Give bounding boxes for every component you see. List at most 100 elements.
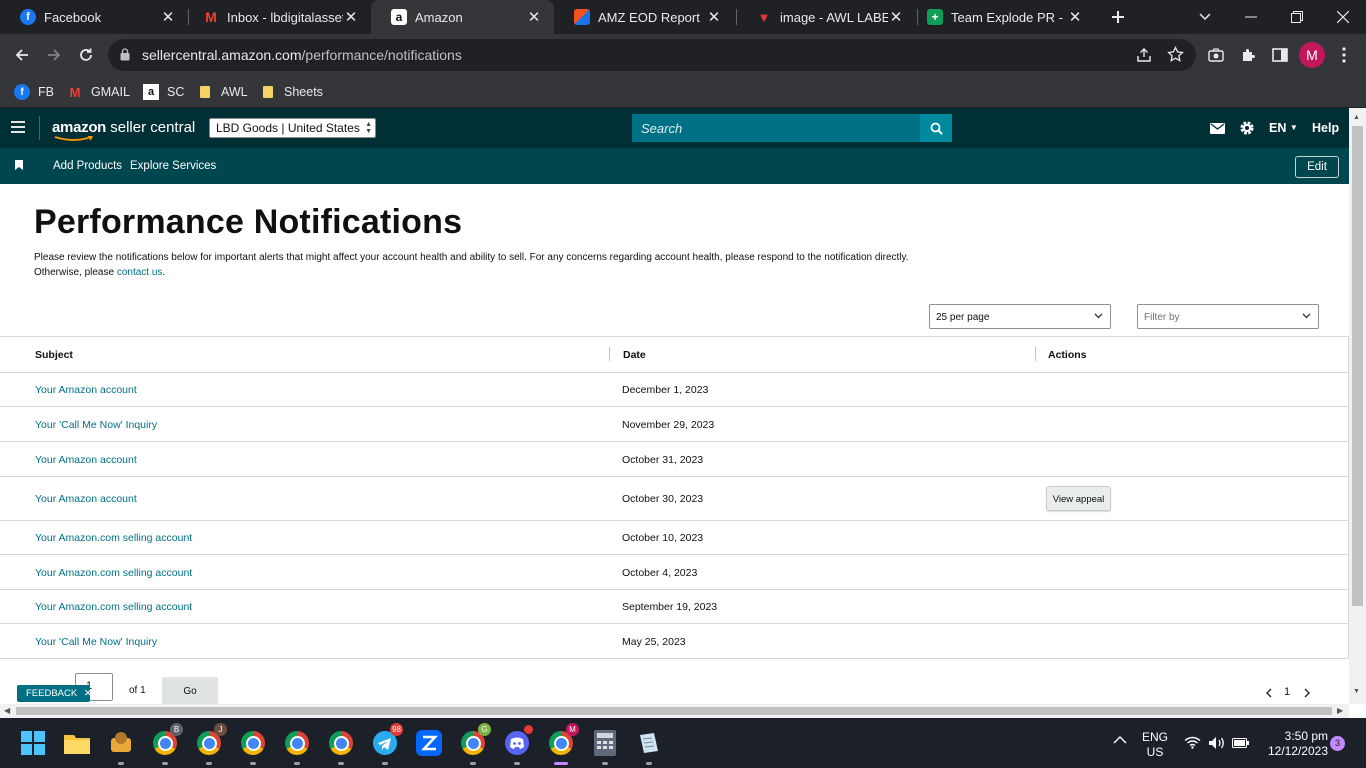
notification-subject-link[interactable]: Your Amazon account	[35, 493, 137, 505]
notification-subject-link[interactable]: Your 'Call Me Now' Inquiry	[35, 636, 157, 648]
notification-subject-link[interactable]: Your Amazon account	[35, 454, 137, 466]
address-bar[interactable]: sellercentral.amazon.com/performance/not…	[108, 39, 1196, 71]
close-tab-icon[interactable]: ✕	[1067, 9, 1083, 26]
nav-add-products[interactable]: Add Products	[53, 160, 122, 172]
gmail-icon: M	[205, 9, 217, 25]
scroll-right-icon[interactable]: ▶	[1337, 706, 1343, 715]
search-button[interactable]	[920, 114, 952, 142]
chrome-active-icon[interactable]: M	[545, 723, 579, 765]
notification-subject-link[interactable]: Your Amazon.com selling account	[35, 532, 192, 544]
tab-amazon[interactable]: a Amazon ✕	[371, 0, 554, 34]
bookmark-sc[interactable]: a SC	[143, 82, 184, 102]
chrome-profile-icon[interactable]	[281, 727, 313, 765]
chrome-profile-icon[interactable]: G	[457, 723, 491, 765]
mail-icon[interactable]	[1208, 119, 1226, 137]
chrome-profile-icon[interactable]: B	[149, 723, 183, 765]
telegram-icon[interactable]: 98	[369, 723, 403, 765]
tab-awl-label[interactable]: ▼ image - AWL LABEL ✕	[736, 0, 916, 34]
notification-date: October 31, 2023	[622, 454, 704, 466]
scroll-left-icon[interactable]: ◀	[4, 706, 10, 715]
intro-text: Please review the notifications below fo…	[34, 250, 914, 280]
close-window-icon[interactable]	[1320, 0, 1366, 34]
chrome-menu-icon[interactable]	[1331, 42, 1357, 68]
notification-subject-link[interactable]: Your 'Call Me Now' Inquiry	[35, 419, 157, 431]
volume-icon[interactable]	[1208, 736, 1226, 750]
back-icon[interactable]	[9, 42, 35, 68]
chevron-up-icon[interactable]	[1113, 736, 1127, 744]
nav-explore-services[interactable]: Explore Services	[130, 160, 216, 172]
notification-count-badge[interactable]: 3	[1330, 736, 1345, 751]
bookmark-fb[interactable]: f FB	[14, 82, 54, 102]
notification-subject-link[interactable]: Your Amazon.com selling account	[35, 567, 192, 579]
seller-central-logo[interactable]: amazon seller central	[52, 119, 195, 141]
screenshot-icon[interactable]	[1203, 42, 1229, 68]
input-language[interactable]: ENG US	[1140, 730, 1170, 760]
close-icon[interactable]: ✕	[84, 688, 92, 699]
close-tab-icon[interactable]: ✕	[343, 9, 359, 26]
app-icon[interactable]	[105, 727, 137, 765]
bookmark-awl[interactable]: AWL	[197, 82, 248, 102]
search-input[interactable]: Search	[632, 114, 920, 142]
chrome-profile-icon[interactable]	[325, 727, 357, 765]
hamburger-menu-icon[interactable]	[11, 121, 25, 133]
scroll-thumb[interactable]	[1352, 126, 1363, 606]
chrome-profile-icon[interactable]: J	[193, 723, 227, 765]
prev-page-icon[interactable]	[1265, 686, 1272, 698]
minimize-icon[interactable]	[1228, 0, 1274, 34]
settings-gear-icon[interactable]	[1238, 119, 1256, 137]
notepad-icon[interactable]	[633, 727, 665, 765]
notification-subject-link[interactable]: Your Amazon.com selling account	[35, 601, 192, 613]
file-explorer-icon[interactable]	[61, 727, 93, 759]
tab-team-explode[interactable]: + Team Explode PR - Go ✕	[907, 0, 1095, 34]
forward-icon[interactable]	[41, 42, 67, 68]
discord-icon[interactable]	[501, 725, 533, 765]
column-header-date[interactable]: Date	[623, 349, 646, 361]
per-page-select[interactable]: 25 per page	[929, 304, 1111, 329]
bookmark-gmail[interactable]: M GMAIL	[67, 82, 130, 102]
tab-search-icon[interactable]	[1182, 0, 1228, 34]
tab-title: Facebook	[44, 9, 102, 25]
bookmark-star-icon[interactable]	[1167, 46, 1184, 63]
scroll-thumb[interactable]	[16, 707, 1332, 715]
vertical-scrollbar[interactable]: ▲ ▼	[1349, 108, 1366, 704]
reload-icon[interactable]	[73, 42, 99, 68]
tab-facebook[interactable]: f Facebook ✕	[0, 0, 188, 34]
scroll-down-icon[interactable]: ▼	[1353, 688, 1360, 695]
battery-icon[interactable]	[1232, 737, 1250, 749]
tab-gmail[interactable]: M Inbox - lbdigitalassets ✕	[183, 0, 371, 34]
side-panel-icon[interactable]	[1267, 42, 1293, 68]
new-tab-button[interactable]	[1096, 0, 1140, 34]
bookmark-sheets[interactable]: Sheets	[260, 82, 323, 102]
share-icon[interactable]	[1136, 47, 1152, 63]
language-selector[interactable]: EN ▼	[1269, 121, 1298, 135]
calculator-icon[interactable]	[589, 727, 621, 765]
column-header-subject[interactable]: Subject	[35, 349, 73, 361]
notification-subject-link[interactable]: Your Amazon account	[35, 384, 137, 396]
filter-by-select[interactable]: Filter by	[1137, 304, 1319, 329]
store-selector[interactable]: LBD Goods | United States ▲ ▼	[209, 118, 376, 138]
profile-avatar[interactable]: M	[1299, 42, 1325, 68]
next-page-icon[interactable]	[1304, 686, 1311, 698]
edit-button[interactable]: Edit	[1295, 156, 1339, 178]
close-tab-icon[interactable]: ✕	[526, 9, 542, 26]
contact-us-link[interactable]: contact us	[117, 267, 163, 278]
view-appeal-button[interactable]: View appeal	[1046, 486, 1111, 511]
restore-icon[interactable]	[1274, 0, 1320, 34]
help-link[interactable]: Help	[1312, 121, 1339, 135]
chrome-profile-icon[interactable]	[237, 727, 269, 765]
tab-title: Inbox - lbdigitalassets	[227, 9, 343, 25]
horizontal-scrollbar[interactable]: ◀ ▶	[0, 704, 1349, 718]
zalo-icon[interactable]	[413, 727, 445, 759]
windows-start-icon[interactable]	[17, 727, 49, 759]
scroll-up-icon[interactable]: ▲	[1353, 114, 1360, 121]
close-tab-icon[interactable]: ✕	[706, 9, 722, 26]
clock[interactable]: 3:50 pm 12/12/2023	[1258, 729, 1328, 759]
close-tab-icon[interactable]: ✕	[888, 9, 904, 26]
extensions-icon[interactable]	[1235, 42, 1261, 68]
close-tab-icon[interactable]: ✕	[160, 9, 176, 26]
feedback-button[interactable]: FEEDBACK ✕	[17, 685, 92, 702]
go-button[interactable]: Go	[162, 677, 218, 705]
bookmark-icon[interactable]	[15, 160, 23, 170]
tab-amz-eod-report[interactable]: AMZ EOD Report ✕	[554, 0, 734, 34]
wifi-icon[interactable]	[1184, 736, 1201, 749]
